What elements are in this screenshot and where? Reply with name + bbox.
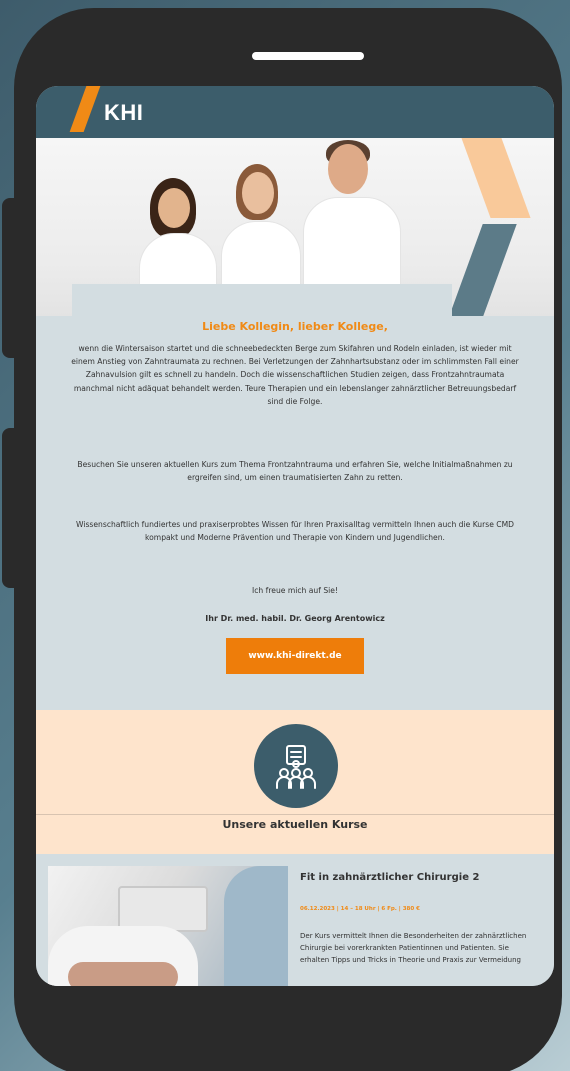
letter-paragraph-2: Besuchen Sie unseren aktuellen Kurs zum … <box>77 460 513 483</box>
letter-paragraph-1: wenn die Wintersaison startet und die sc… <box>71 344 519 406</box>
phone-speaker <box>252 52 364 60</box>
letter-greeting: Liebe Kollegin, lieber Kollege, <box>202 320 388 333</box>
letter-paragraph-3: Wissenschaftlich fundiertes und praxiser… <box>76 520 514 543</box>
content-panel-top <box>72 284 452 324</box>
decor-stripe-slate <box>449 224 517 316</box>
phone-screen[interactable]: KHI Liebe Kollegin, lieber Kollege, wenn… <box>36 86 554 986</box>
decor-stripe-peach <box>461 138 531 218</box>
band-divider <box>36 814 554 815</box>
website-cta-button[interactable]: www.khi-direkt.de <box>226 638 364 674</box>
people-group-icon <box>254 724 338 808</box>
course-title[interactable]: Fit in zahnärztlicher Chirurgie 2 <box>300 872 479 883</box>
courses-section-title: Unsere aktuellen Kurse <box>222 818 368 831</box>
course-image <box>48 866 288 986</box>
letter-signature: Ihr Dr. med. habil. Dr. Georg Arentowicz <box>205 614 385 623</box>
course-description: Der Kurs vermittelt Ihnen die Besonderhe… <box>300 932 527 964</box>
letter-paragraph-4: Ich freue mich auf Sie! <box>252 586 338 595</box>
email-header: KHI <box>36 86 554 138</box>
logo-stripe-icon <box>69 86 101 132</box>
course-meta: 06.12.2023 | 14 – 18 Uhr | 6 Fp. | 380 € <box>300 906 420 912</box>
brand-logo: KHI <box>104 100 144 125</box>
